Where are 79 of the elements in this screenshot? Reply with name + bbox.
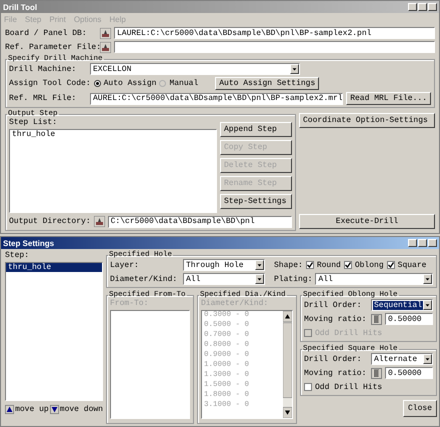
label: Board / Panel DB: xyxy=(5,28,88,38)
dropdown[interactable]: Sequential xyxy=(371,299,434,311)
checkbox[interactable] xyxy=(306,261,314,269)
input-field[interactable]: C:\cr5000\data\BDsample\BD\pnl xyxy=(108,216,292,228)
move-down-label: move down xyxy=(60,405,103,414)
browse-icon[interactable] xyxy=(94,216,105,227)
label: Ref. MRL File: xyxy=(9,94,78,103)
read-mrl-button[interactable]: Read MRL File... xyxy=(346,92,431,105)
browse-icon[interactable] xyxy=(100,42,111,52)
list-item[interactable]: thru_hole xyxy=(6,263,102,272)
calculator-icon[interactable] xyxy=(371,368,382,378)
step-button[interactable]: Step-Settings xyxy=(220,194,292,209)
checkmark-icon xyxy=(388,262,394,268)
dropdown-button[interactable] xyxy=(423,354,432,364)
checkmark-icon xyxy=(344,262,351,268)
checkmark-icon xyxy=(306,262,313,268)
execute-drill-button[interactable]: Execute-Drill xyxy=(299,214,435,229)
input-field[interactable]: 0.50000 xyxy=(385,367,433,379)
move-up-label: move up xyxy=(15,405,49,414)
dropdown[interactable]: All xyxy=(183,273,265,285)
close-button[interactable]: Close xyxy=(403,400,438,416)
label: Moving ratio: xyxy=(304,314,368,324)
label: From-To: xyxy=(110,299,150,308)
dropdown-button[interactable] xyxy=(423,300,432,310)
window-title: Drill Tool xyxy=(3,2,38,12)
dropdown[interactable]: Alternate xyxy=(371,353,434,365)
label: Drill Machine: xyxy=(9,64,78,74)
label: Ref. Parameter File: xyxy=(5,42,97,52)
calculator-icon[interactable] xyxy=(371,314,382,324)
label: Plating: xyxy=(274,274,312,284)
label: Diameter/Kind: xyxy=(201,299,270,308)
maximize-button[interactable] xyxy=(418,3,427,11)
label: Drill Order: xyxy=(304,354,363,364)
label: Output Directory: xyxy=(9,217,91,226)
label: Step: xyxy=(5,251,30,260)
minimize-button[interactable] xyxy=(408,239,417,247)
dropdown[interactable]: EXCELLON xyxy=(90,63,300,75)
checkbox[interactable] xyxy=(304,383,312,391)
close-button[interactable] xyxy=(428,3,437,11)
input-field[interactable]: AUREL:C:\cr5000\data\BDsample\BD\pnl\BP-samplex2.mrl xyxy=(90,92,344,104)
radio-label: Auto Assign xyxy=(104,79,156,88)
input-field[interactable] xyxy=(114,41,435,53)
label: Diameter/Kind: xyxy=(110,274,178,284)
close-button[interactable] xyxy=(428,239,437,247)
auto-assign-settings-button[interactable]: Auto Assign Settings xyxy=(215,77,320,90)
browse-icon[interactable] xyxy=(100,28,111,38)
checkbox-label: Odd Drill Hits xyxy=(315,382,382,392)
checkbox-label: Square xyxy=(398,260,426,270)
dropdown-button[interactable] xyxy=(255,274,264,284)
window-title: Step Settings xyxy=(3,238,56,248)
checkbox-label: Odd Drill Hits xyxy=(315,328,382,338)
label: Moving ratio: xyxy=(304,368,368,378)
radio-label: Manual xyxy=(169,79,198,88)
label: Assign Tool Code: xyxy=(9,79,91,88)
dropdown-button[interactable] xyxy=(255,260,264,270)
input-field[interactable]: 0.50000 xyxy=(385,313,433,325)
minimize-button[interactable] xyxy=(408,3,417,11)
label: Layer: xyxy=(110,260,140,270)
maximize-button[interactable] xyxy=(418,239,427,247)
dropdown[interactable]: Through Hole xyxy=(183,259,265,271)
dropdown-button[interactable] xyxy=(423,274,432,284)
dropdown[interactable]: All xyxy=(315,273,434,285)
up-arrow-button[interactable] xyxy=(5,404,14,415)
checkbox-label: Oblong xyxy=(354,260,384,270)
step-button[interactable]: Append Step xyxy=(220,122,292,137)
label: Step List: xyxy=(9,118,58,127)
dropdown-button[interactable] xyxy=(290,64,299,74)
label: Drill Order: xyxy=(304,300,363,310)
radio-button[interactable] xyxy=(94,80,101,87)
input-field[interactable]: LAUREL:C:\cr5000\data\BDsample\BD\pnl\BP-samplex2.pnl xyxy=(114,27,435,39)
coordinate-settings-button[interactable]: Coordinate Option-Settings xyxy=(299,113,435,128)
checkbox-label: Round xyxy=(316,260,341,270)
scrollbar[interactable] xyxy=(283,311,292,418)
checkbox[interactable] xyxy=(344,261,352,269)
down-arrow-button[interactable] xyxy=(50,404,59,415)
label: Shape: xyxy=(274,260,303,270)
checkbox[interactable] xyxy=(386,261,395,269)
list-item[interactable]: thru_hole xyxy=(10,130,216,139)
radio-button[interactable] xyxy=(159,80,166,87)
